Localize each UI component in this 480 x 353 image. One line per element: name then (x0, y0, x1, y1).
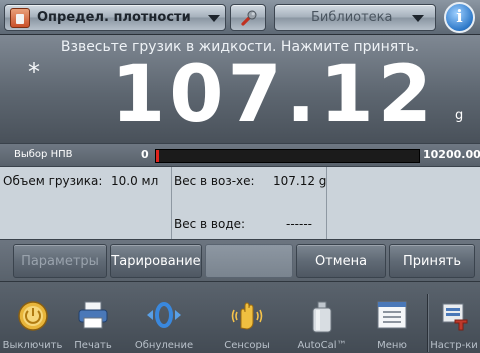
nav-autocal[interactable]: AutoCal™ (287, 282, 357, 353)
settings-icon (442, 303, 468, 331)
nav-label: Меню (377, 340, 407, 351)
accept-button[interactable]: Принять (389, 244, 475, 278)
application-mode-label: Определ. плотности (37, 10, 191, 25)
parameters-button[interactable]: Параметры (13, 244, 107, 278)
weight-water-value: ------ (286, 217, 312, 231)
balance-screen: Определ. плотности Библиотека i Взвесьте… (0, 0, 480, 353)
results-grid: Объем грузика: 10.0 мл Вес в воз-хе: 107… (0, 167, 480, 239)
weight-air-label: Вес в воз-хе: (174, 174, 255, 188)
weight-unit[interactable]: g (455, 108, 463, 123)
info-button[interactable]: i (444, 2, 475, 33)
weight-water-label: Вес в воде: (174, 217, 246, 231)
power-icon (17, 301, 48, 331)
volume-value: 10.0 мл (111, 174, 159, 188)
blank-softkey (205, 244, 293, 278)
nav-label: Печать (74, 340, 112, 351)
nav-label: AutoCal™ (297, 340, 347, 351)
capacity-min: 0 (141, 148, 149, 161)
capacity-fill (156, 150, 159, 162)
nav-menu[interactable]: Меню (357, 282, 427, 353)
nav-print[interactable]: Печать (65, 282, 121, 353)
volume-label: Объем грузика: (3, 174, 103, 188)
nav-power[interactable]: Выключить (0, 282, 65, 353)
weight-readout: 107.12 (111, 50, 436, 140)
zero-icon (147, 302, 181, 328)
bottom-navigation: Выключить Печать Обнуление Сенсоры AutoC… (0, 281, 480, 353)
top-toolbar: Определ. плотности Библиотека i (0, 0, 480, 35)
wrench-icon (241, 10, 257, 26)
chevron-down-icon (208, 15, 220, 22)
nav-label: Настр-ки (430, 340, 478, 351)
nav-zero[interactable]: Обнуление (121, 282, 207, 353)
nav-label: Сенсоры (224, 340, 270, 351)
library-label: Библиотека (311, 10, 393, 25)
weighing-display: Взвесьте грузик в жидкости. Нажмите прин… (0, 35, 480, 143)
empty-cell (327, 167, 480, 239)
capacity-bar: Выбор НПВ 0 10200.00 (0, 143, 480, 167)
stability-indicator: * (28, 58, 40, 86)
softkey-row: Параметры Тарирование Отмена Принять (0, 239, 480, 281)
nav-label: Обнуление (134, 340, 194, 351)
nav-label: Выключить (2, 340, 63, 351)
nav-sensors[interactable]: Сенсоры (207, 282, 287, 353)
capacity-track (155, 149, 420, 163)
weight-air-value: 107.12 g (273, 174, 327, 188)
volume-cell[interactable]: Объем грузика: 10.0 мл (0, 167, 172, 239)
capacity-max: 10200.00 (423, 148, 480, 161)
weight-cell: Вес в воз-хе: 107.12 g Вес в воде: -----… (172, 167, 327, 239)
menu-icon (377, 301, 407, 329)
nav-settings[interactable]: Настр-ки (428, 282, 480, 353)
cancel-button[interactable]: Отмена (296, 244, 386, 278)
app-settings-button[interactable] (230, 4, 266, 31)
density-app-icon (10, 8, 30, 28)
hand-sensor-icon (231, 302, 263, 330)
chevron-down-icon (412, 15, 424, 22)
tare-button[interactable]: Тарирование (110, 244, 202, 278)
library-dropdown[interactable]: Библиотека (274, 4, 436, 31)
calibration-weight-icon (312, 301, 332, 333)
capacity-label: Выбор НПВ (14, 149, 73, 160)
printer-icon (78, 301, 108, 329)
application-mode-dropdown[interactable]: Определ. плотности (4, 4, 226, 31)
